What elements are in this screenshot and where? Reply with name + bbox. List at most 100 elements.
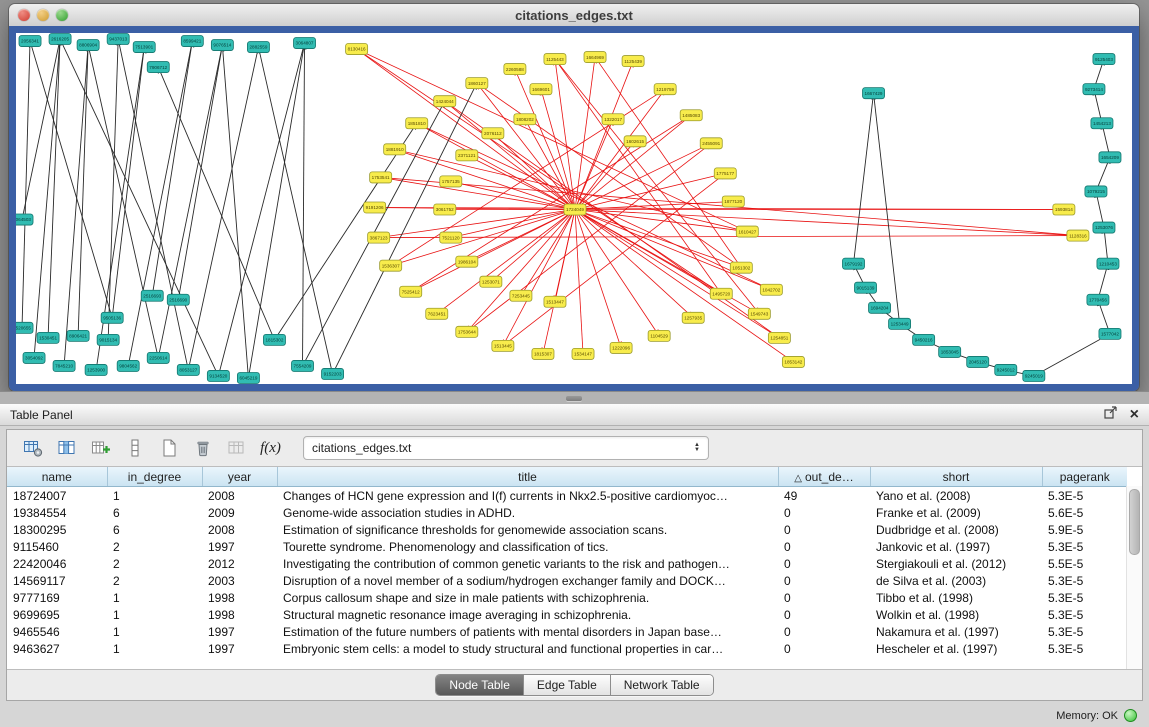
column-header-title[interactable]: title <box>277 467 778 487</box>
table-row[interactable]: 946554611997Estimation of the future num… <box>7 623 1127 640</box>
graph-node[interactable]: 2056341 <box>19 36 41 47</box>
table-cell[interactable]: 0 <box>778 606 870 623</box>
graph-node[interactable]: 7513901 <box>133 42 155 53</box>
table-cell[interactable]: 9115460 <box>7 538 107 555</box>
table-cell[interactable]: 0 <box>778 623 870 640</box>
table-cell[interactable]: Investigating the contribution of common… <box>277 555 778 572</box>
graph-node[interactable]: 1104529 <box>648 330 670 341</box>
graph-node[interactable]: 1986104 <box>456 256 478 267</box>
graph-node[interactable]: 6045219 <box>237 372 259 383</box>
column-header-year[interactable]: year <box>202 467 277 487</box>
graph-node[interactable]: 1667429 <box>863 88 885 99</box>
table-row[interactable]: 1872400712008Changes of HCN gene express… <box>7 487 1127 505</box>
table-cell[interactable]: 1997 <box>202 640 277 657</box>
new-table-button[interactable] <box>155 435 182 462</box>
graph-node[interactable]: 1851810 <box>406 118 428 129</box>
graph-node[interactable]: 1254851 <box>768 332 790 343</box>
graph-node[interactable]: 1577042 <box>1099 328 1121 339</box>
graph-node[interactable]: 1079215 <box>1085 186 1107 197</box>
table-cell[interactable]: Changes of HCN gene expression and I(f) … <box>277 487 778 505</box>
graph-node[interactable]: 9191206 <box>364 202 386 213</box>
table-cell[interactable]: Tibbo et al. (1998) <box>870 589 1042 606</box>
column-header-in-degree[interactable]: in_degree <box>107 467 202 487</box>
network-canvas[interactable]: 2056341261620588069049437013751390185994… <box>16 33 1132 384</box>
graph-node[interactable]: 2076112 <box>482 128 504 139</box>
graph-node[interactable]: 2455091 <box>700 138 722 149</box>
table-cell[interactable]: Wolkin et al. (1998) <box>870 606 1042 623</box>
graph-node[interactable]: 1775177 <box>714 168 736 179</box>
tab-node-table[interactable]: Node Table <box>436 675 524 695</box>
table-cell[interactable]: 0 <box>778 521 870 538</box>
table-cell[interactable]: 2003 <box>202 572 277 589</box>
scrollbar-thumb[interactable] <box>1129 489 1140 555</box>
table-cell[interactable]: 2008 <box>202 521 277 538</box>
table-cell[interactable]: 0 <box>778 589 870 606</box>
graph-node[interactable]: 1881910 <box>384 144 406 155</box>
table-cell[interactable]: 0 <box>778 572 870 589</box>
graph-node[interactable]: 1322017 <box>602 114 624 125</box>
table-cell[interactable]: 2 <box>107 538 202 555</box>
graph-node[interactable]: 1753541 <box>370 172 392 183</box>
graph-node[interactable]: 1724049 <box>564 204 586 215</box>
table-cell[interactable]: 2009 <box>202 504 277 521</box>
table-cell[interactable]: Corpus callosum shape and size in male p… <box>277 589 778 606</box>
network-selector[interactable]: citations_edges.txt ▲▼ <box>303 436 709 460</box>
graph-node[interactable]: 1815307 <box>532 348 554 359</box>
table-cell[interactable]: 14569117 <box>7 572 107 589</box>
graph-node[interactable]: 1530451 <box>37 332 59 343</box>
graph-node[interactable]: 2260588 <box>504 64 526 75</box>
table-cell[interactable]: 1997 <box>202 623 277 640</box>
graph-node[interactable]: 1853142 <box>782 356 804 367</box>
table-cell[interactable]: 2012 <box>202 555 277 572</box>
graph-node[interactable]: 1064503 <box>16 214 33 225</box>
minimize-window-button[interactable] <box>37 9 49 21</box>
graph-node[interactable]: 8053127 <box>177 364 199 375</box>
table-cell[interactable]: 1998 <box>202 606 277 623</box>
graph-node[interactable]: 7906712 <box>147 62 169 73</box>
table-cell[interactable]: 5.3E-5 <box>1042 623 1127 640</box>
table-cell[interactable]: 49 <box>778 487 870 505</box>
table-cell[interactable]: 9465546 <box>7 623 107 640</box>
graph-node[interactable]: 9125403 <box>1093 54 1115 65</box>
table-cell[interactable]: Embryonic stem cells: a model to study s… <box>277 640 778 657</box>
table-cell[interactable]: Disruption of a novel member of a sodium… <box>277 572 778 589</box>
divider-grip-icon[interactable] <box>566 396 582 401</box>
graph-node[interactable]: 1125439 <box>622 56 644 67</box>
graph-node[interactable]: 8806904 <box>77 40 99 51</box>
table-cell[interactable]: Structural magnetic resonance image aver… <box>277 606 778 623</box>
graph-node[interactable]: 1495720 <box>710 288 732 299</box>
graph-node[interactable]: 2516690 <box>167 294 189 305</box>
table-cell[interactable]: 6 <box>107 521 202 538</box>
table-cell[interactable]: 1997 <box>202 538 277 555</box>
table-cell[interactable]: 1 <box>107 487 202 505</box>
graph-node[interactable]: 8130416 <box>346 44 368 55</box>
table-cell[interactable]: 1 <box>107 606 202 623</box>
table-cell[interactable]: Yano et al. (2008) <box>870 487 1042 505</box>
import-table-button[interactable] <box>223 435 250 462</box>
table-cell[interactable]: 5.5E-5 <box>1042 555 1127 572</box>
table-cell[interactable]: 5.9E-5 <box>1042 521 1127 538</box>
graph-node[interactable]: 9152203 <box>322 368 344 379</box>
graph-node[interactable]: 2616205 <box>49 34 71 45</box>
graph-node[interactable]: 1454213 <box>1091 118 1113 129</box>
table-row[interactable]: 977716911998Corpus callosum shape and si… <box>7 589 1127 606</box>
table-row[interactable]: 1830029562008Estimation of significance … <box>7 521 1127 538</box>
graph-node[interactable]: 9273414 <box>1083 84 1105 95</box>
graph-node[interactable]: 2516693 <box>141 290 163 301</box>
graph-node[interactable]: 1602615 <box>624 136 646 147</box>
table-mode-button[interactable] <box>19 435 46 462</box>
table-cell[interactable]: 0 <box>778 504 870 521</box>
graph-node[interactable]: 1042702 <box>760 284 782 295</box>
table-cell[interactable]: Tourette syndrome. Phenomenology and cla… <box>277 538 778 555</box>
graph-node[interactable]: 2520655 <box>16 322 33 333</box>
table-cell[interactable]: 18724007 <box>7 487 107 505</box>
float-panel-icon[interactable] <box>1104 405 1118 424</box>
table-cell[interactable]: Stergiakouli et al. (2012) <box>870 555 1042 572</box>
table-cell[interactable]: Jankovic et al. (1997) <box>870 538 1042 555</box>
column-header-name[interactable]: name <box>7 467 107 487</box>
graph-node[interactable]: 1815302 <box>263 334 285 345</box>
graph-node[interactable]: 1513445 <box>492 340 514 351</box>
graph-node[interactable]: 2882559 <box>247 42 269 53</box>
graph-node[interactable]: 1253071 <box>480 276 502 287</box>
graph-node[interactable]: 1536307 <box>380 260 402 271</box>
